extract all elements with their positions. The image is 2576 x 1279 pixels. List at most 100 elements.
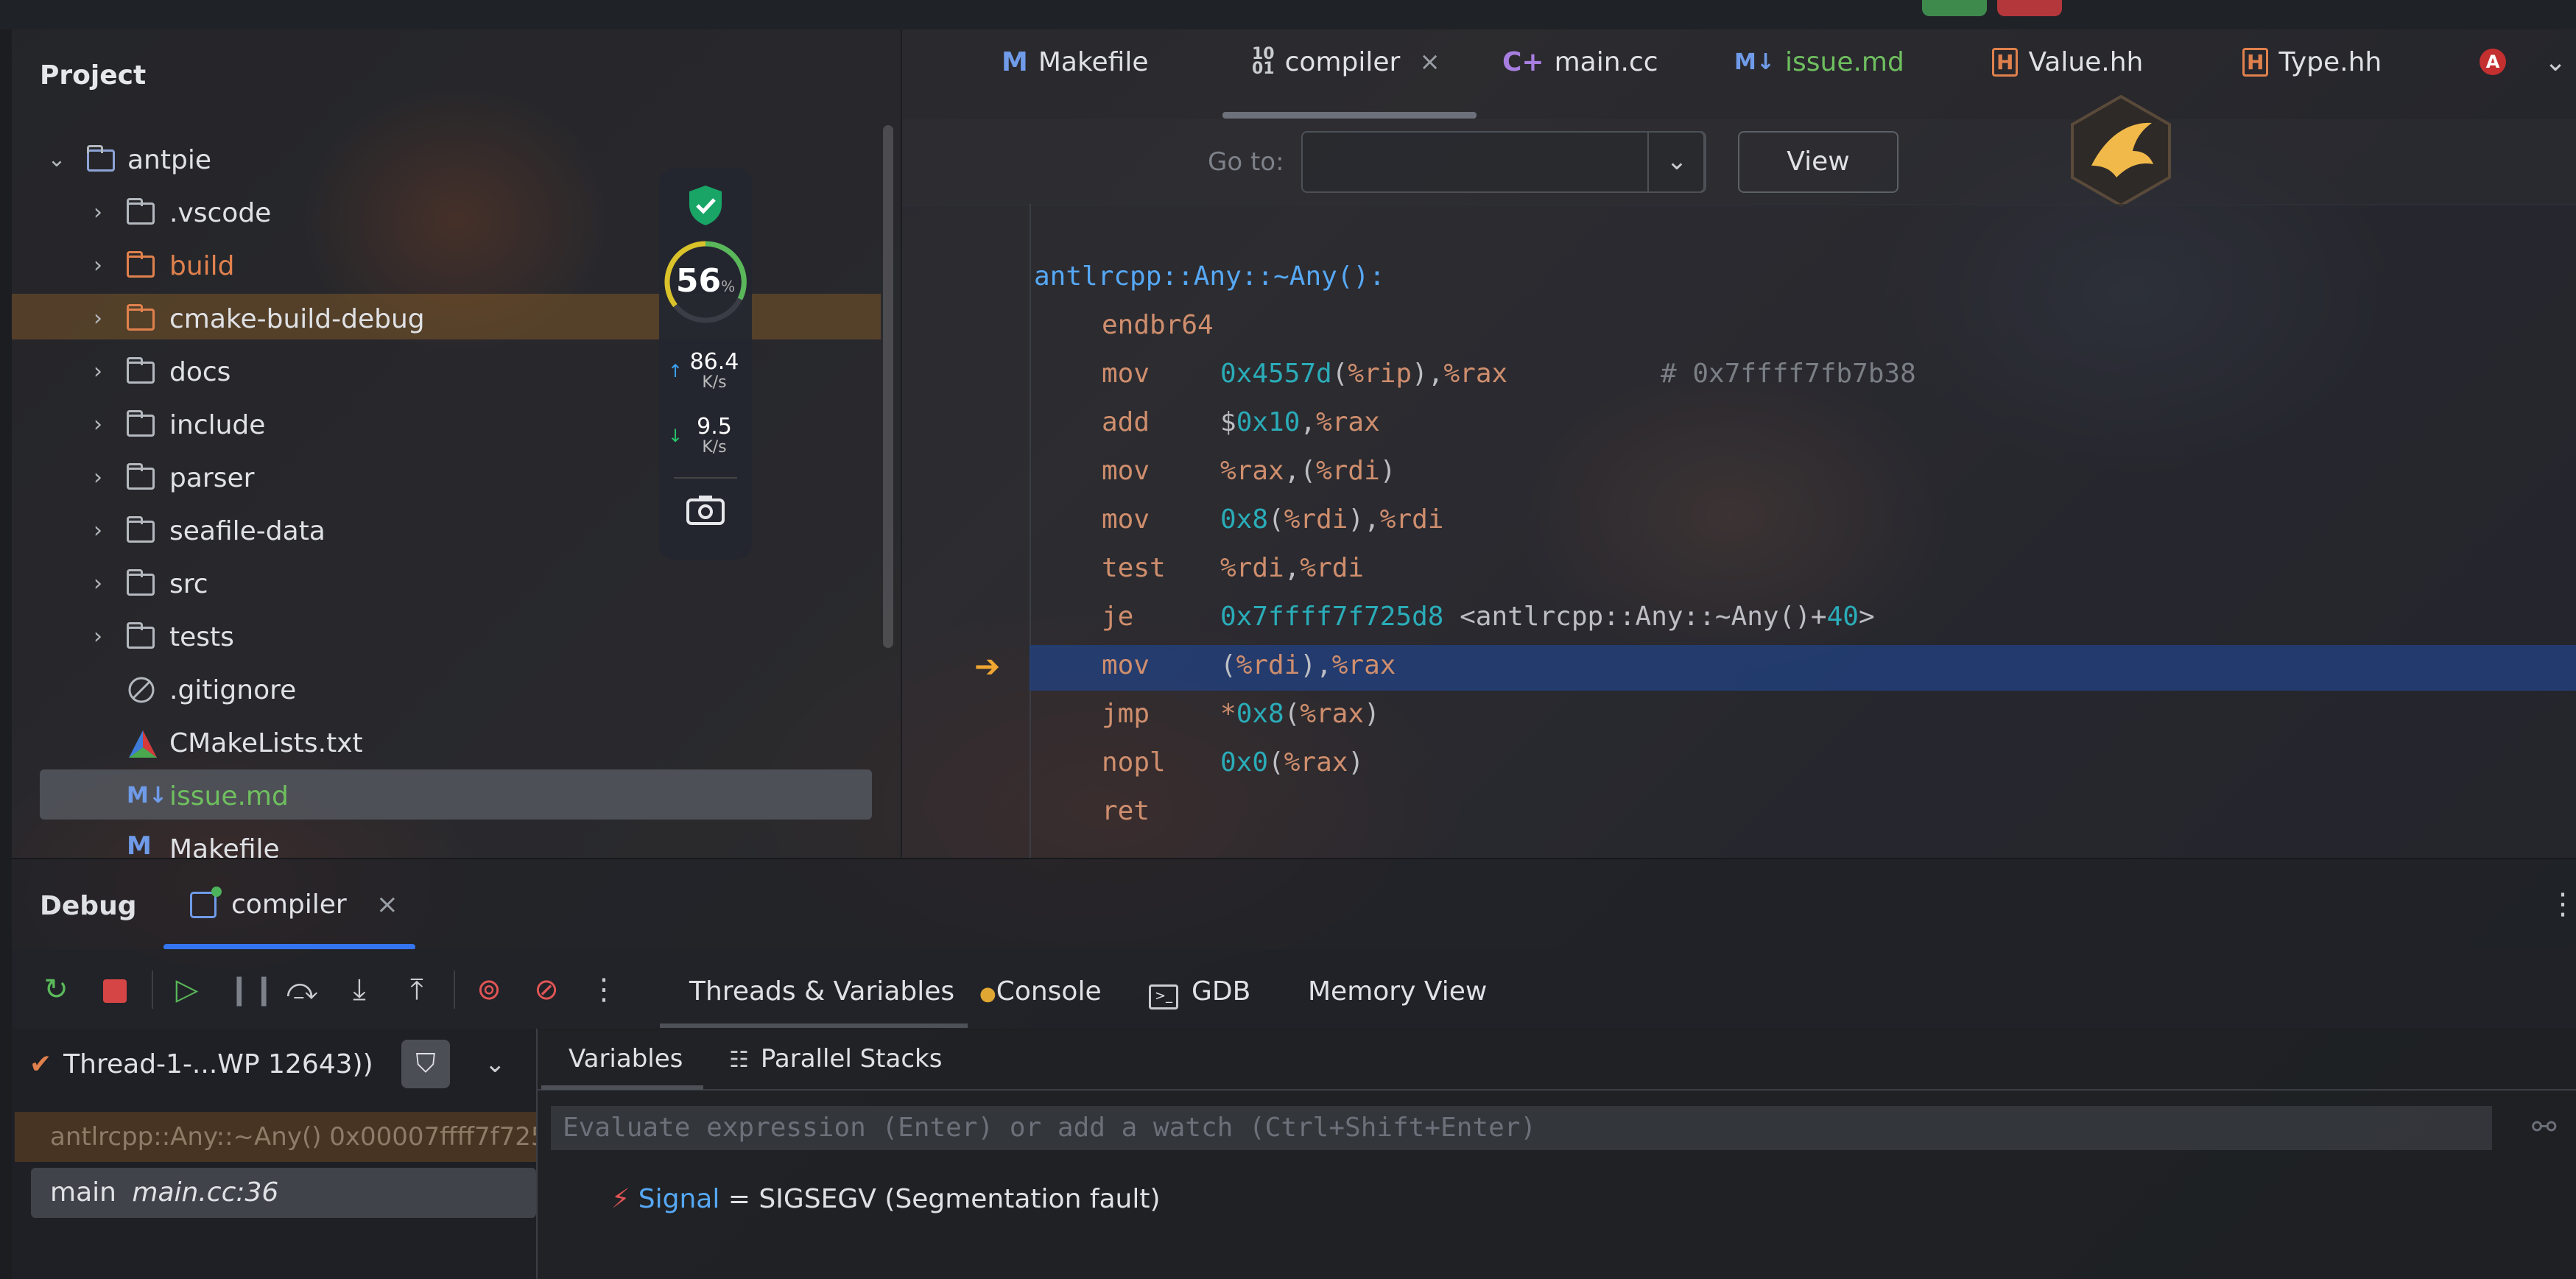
stack-frame-selected[interactable]: main main.cc:36 — [31, 1168, 536, 1218]
close-icon[interactable]: × — [376, 889, 398, 920]
active-tab-indicator — [1222, 112, 1477, 119]
tabs-overflow-chevron-icon[interactable]: ⌄ — [2544, 44, 2566, 80]
system-monitor-widget[interactable]: 56% ↑ 86.4 K/s ↓ 9.5 K/s — [659, 168, 752, 560]
tab-main-cc[interactable]: C+ main.cc — [1502, 44, 1658, 80]
tree-item-tests[interactable]: › tests — [0, 613, 862, 660]
more-options-icon[interactable]: ⋮ — [2548, 887, 2576, 921]
tab-compiler[interactable]: 10 01 compiler × — [1252, 44, 1440, 80]
thread-selector[interactable]: ✔ Thread-1-...WP 12643)) — [29, 1049, 373, 1079]
tab-label: Type.hh — [2278, 46, 2382, 77]
step-out-icon[interactable]: ⤒ — [399, 972, 434, 1007]
tab-value-hh[interactable]: H Value.hh — [1992, 44, 2143, 80]
thread-selector-label: Thread-1-...WP 12643)) — [63, 1049, 373, 1079]
goto-dropdown-chevron-icon[interactable]: ⌄ — [1647, 131, 1706, 193]
cpu-percent: 56% — [675, 262, 736, 300]
chevron-right-icon[interactable]: › — [87, 573, 109, 595]
function-label: antlrcpp::Any::~Any(): — [1034, 261, 1385, 292]
chevron-right-icon[interactable]: › — [87, 308, 109, 330]
tree-item-src[interactable]: › src — [0, 560, 862, 607]
pause-icon[interactable]: ❙❙ — [227, 972, 276, 1007]
active-subtab-indicator — [660, 1023, 968, 1028]
variable-name: Signal — [638, 1184, 720, 1214]
asm-args: 0x0(%rax) — [1220, 747, 1365, 778]
chevron-right-icon[interactable]: › — [87, 202, 109, 224]
tree-item-cmakelists[interactable]: CMakeLists.txt — [0, 719, 862, 767]
variable-value: = SIGSEGV (Segmentation fault) — [728, 1184, 1161, 1214]
more-actions-icon[interactable]: ⋮ — [586, 972, 622, 1007]
tab-console[interactable]: ●Console — [979, 976, 1102, 1007]
rerun-icon[interactable]: ↻ — [38, 972, 74, 1007]
debug-toolbar — [12, 949, 2576, 1030]
asm-opcode: mov — [1102, 504, 1150, 535]
tab-threads-variables[interactable]: Threads & Variables — [689, 976, 954, 1007]
debug-title: Debug — [40, 891, 137, 921]
step-over-icon[interactable]: ⤼ — [284, 972, 320, 1007]
tab-parallel-stacks[interactable]: ☷ Parallel Stacks — [729, 1044, 942, 1074]
stop-button-top[interactable] — [1997, 0, 2062, 16]
asm-opcode: je — [1102, 602, 1134, 632]
tree-item-gitignore[interactable]: .gitignore — [0, 666, 862, 714]
step-into-icon[interactable]: ⤓ — [342, 972, 377, 1007]
debug-session-tab[interactable]: compiler × — [190, 886, 398, 920]
view-button[interactable]: View — [1738, 131, 1898, 193]
asm-opcode: mov — [1102, 650, 1150, 680]
module-folder-icon — [87, 145, 119, 175]
view-breakpoints-icon[interactable]: ⊚ — [471, 972, 507, 1007]
tab-type-hh[interactable]: H Type.hh — [2242, 44, 2382, 80]
markdown-icon: M↓ — [127, 783, 167, 808]
filter-icon[interactable]: ⛉ — [401, 1040, 450, 1088]
tree-item-label: antpie — [127, 144, 211, 175]
add-watch-icon[interactable]: ⚯ — [2532, 1110, 2557, 1144]
chevron-right-icon[interactable]: › — [87, 520, 109, 542]
makefile-icon: M — [127, 831, 152, 858]
goto-input[interactable] — [1301, 131, 1705, 193]
folder-icon — [127, 569, 159, 599]
mute-breakpoints-icon[interactable]: ⊘ — [529, 972, 564, 1007]
tree-item-label: build — [169, 250, 235, 281]
asm-args: 0x8(%rdi),%rdi — [1220, 504, 1444, 535]
folder-icon — [127, 410, 159, 440]
chevron-right-icon[interactable]: › — [87, 414, 109, 436]
tree-item-makefile[interactable]: M Makefile — [0, 825, 862, 858]
tree-item-label: .gitignore — [169, 674, 297, 705]
tab-makefile[interactable]: M Makefile — [1002, 44, 1149, 80]
asm-args: *0x8(%rax) — [1220, 699, 1380, 729]
close-icon[interactable]: × — [1419, 47, 1440, 77]
stop-icon[interactable] — [97, 972, 133, 1007]
tab-memory-view[interactable]: Memory View — [1308, 976, 1487, 1007]
tab-gdb[interactable]: >_ GDB — [1149, 976, 1250, 1010]
camera-icon[interactable] — [686, 493, 725, 526]
asm-opcode: endbr64 — [1102, 310, 1214, 340]
chevron-right-icon[interactable]: › — [87, 626, 109, 648]
toolbar-separator — [454, 970, 455, 1009]
asm-args: %rdi,%rdi — [1220, 553, 1365, 583]
evaluate-expression-input[interactable]: Evaluate expression (Enter) or add a wat… — [551, 1106, 2492, 1150]
app-logo-bird-icon — [2071, 94, 2171, 208]
angular-icon[interactable]: A — [2480, 44, 2506, 80]
project-scrollbar[interactable] — [883, 125, 893, 648]
chevron-right-icon[interactable]: › — [87, 361, 109, 383]
tab-issue-md[interactable]: M↓ issue.md — [1734, 44, 1904, 80]
thread-dropdown-chevron-icon[interactable]: ⌄ — [485, 1049, 506, 1079]
folder-icon — [127, 198, 159, 228]
tab-variables[interactable]: Variables — [569, 1044, 683, 1074]
tree-item-label: seafile-data — [169, 515, 325, 546]
tree-item-label: docs — [169, 356, 231, 387]
upload-speed: 86.4 K/s — [689, 349, 739, 392]
chevron-down-icon[interactable]: ⌄ — [46, 149, 68, 171]
console-warning-icon: ● — [979, 983, 996, 1005]
stack-frame[interactable]: antlrcpp::Any::~Any() 0x00007ffff7f725c — [15, 1112, 536, 1162]
resume-icon[interactable]: ▷ — [169, 972, 205, 1007]
asm-args: %rax,(%rdi) — [1220, 456, 1396, 486]
variable-signal[interactable]: ⚡ Signal = SIGSEGV (Segmentation fault) — [611, 1184, 1161, 1214]
asm-args: $0x10,%rax — [1220, 407, 1380, 437]
markdown-icon: M↓ — [1734, 49, 1775, 75]
title-bar — [0, 0, 2576, 29]
chevron-right-icon[interactable]: › — [87, 467, 109, 489]
tree-item-issue-md[interactable]: M↓ issue.md — [0, 772, 862, 820]
tab-label: Makefile — [1038, 46, 1149, 77]
run-button-top[interactable] — [1922, 0, 1987, 16]
lightning-icon: ⚡ — [611, 1184, 630, 1214]
execution-point-arrow-icon: ➔ — [974, 648, 1001, 684]
chevron-right-icon[interactable]: › — [87, 255, 109, 277]
